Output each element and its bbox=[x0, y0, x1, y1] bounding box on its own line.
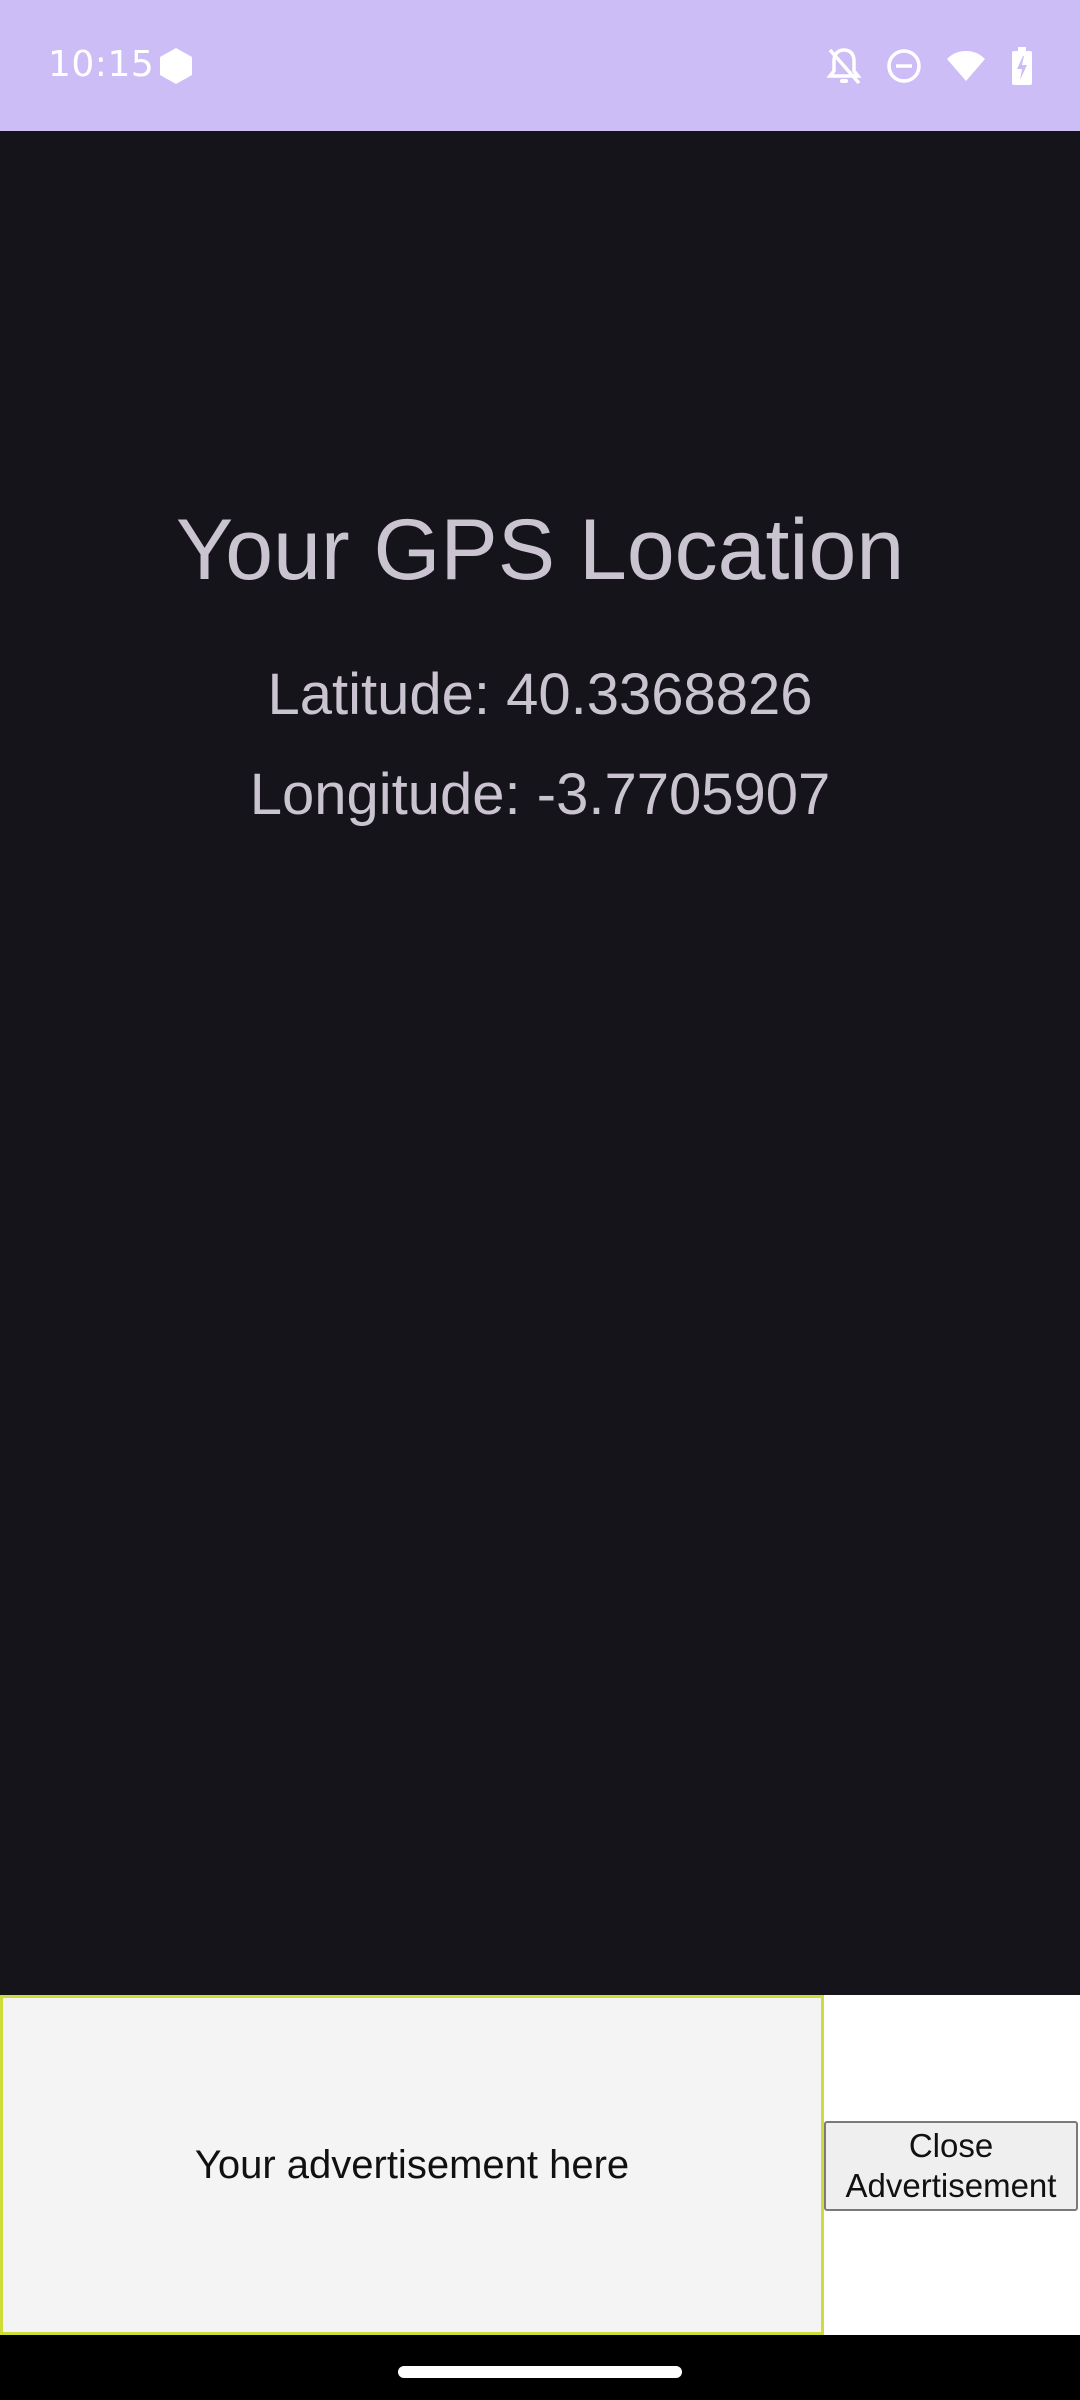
longitude-text: Longitude: -3.7705907 bbox=[249, 762, 831, 827]
wifi-icon bbox=[946, 49, 986, 83]
navigation-bar bbox=[0, 2335, 1080, 2400]
close-advertisement-button[interactable]: Close Advertisement bbox=[824, 2121, 1078, 2211]
ad-strip: Your advertisement here Close Advertisem… bbox=[0, 1995, 1080, 2335]
home-gesture-handle[interactable] bbox=[398, 2366, 682, 2378]
status-bar: 10:15 bbox=[0, 0, 1080, 131]
do-not-disturb-icon bbox=[886, 48, 922, 84]
status-time: 10:15 bbox=[48, 44, 155, 85]
app-hexagon-icon bbox=[158, 47, 194, 85]
latitude-text: Latitude: 40.3368826 bbox=[267, 662, 813, 727]
main-content: Your GPS Location Latitude: 40.3368826 L… bbox=[0, 131, 1080, 1995]
advertisement-text: Your advertisement here bbox=[194, 2142, 630, 2187]
status-icons bbox=[826, 44, 1034, 88]
app-screen: 10:15 Your GPS Location Latitude: 40.336… bbox=[0, 0, 1080, 2400]
battery-charging-icon bbox=[1010, 46, 1034, 86]
notifications-off-icon bbox=[826, 46, 862, 86]
advertisement-banner[interactable]: Your advertisement here bbox=[0, 1995, 824, 2335]
page-title: Your GPS Location bbox=[175, 502, 905, 598]
